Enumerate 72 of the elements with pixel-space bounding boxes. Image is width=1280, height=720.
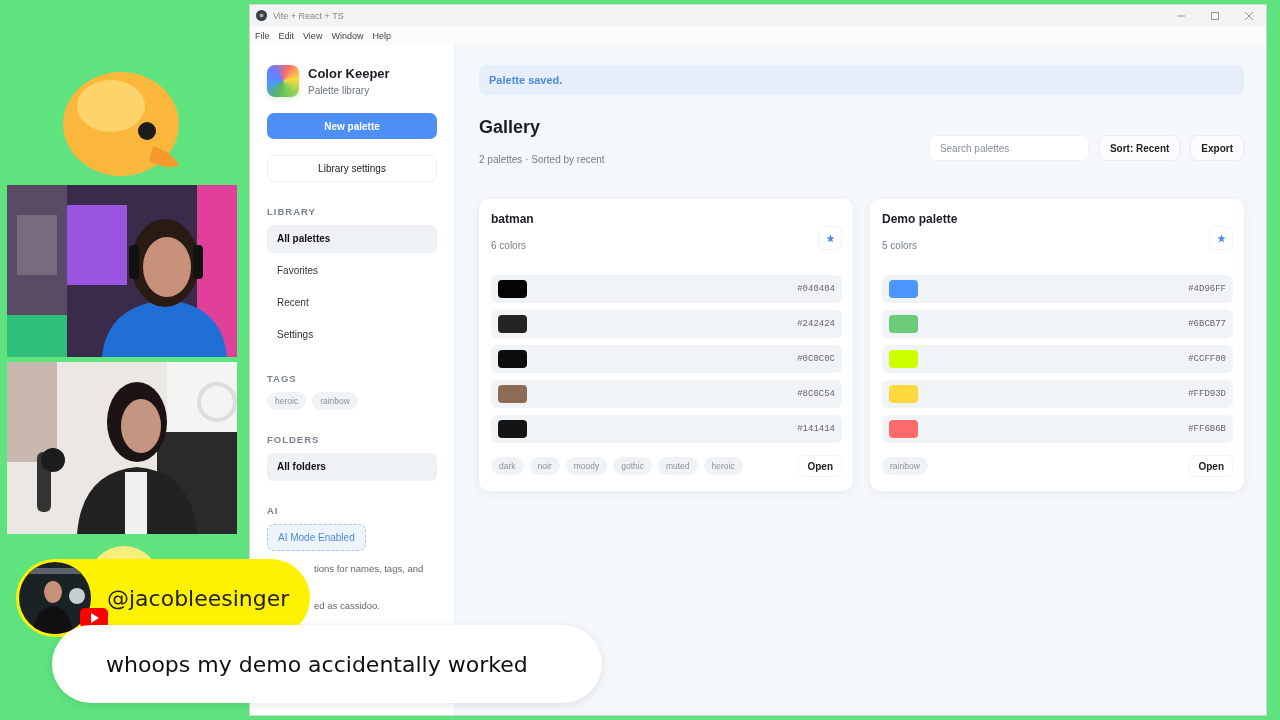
- window-title: Vite + React + TS: [273, 10, 344, 21]
- app-subtitle: Palette library: [308, 85, 371, 96]
- tag-chip[interactable]: moody: [565, 457, 608, 475]
- search-field[interactable]: Search palettes: [928, 135, 1089, 161]
- chat-message: whoops my demo accidentally worked: [106, 651, 528, 677]
- hex-code: #242424: [797, 319, 835, 329]
- close-icon[interactable]: [1244, 10, 1254, 21]
- app-name: Color Keeper: [308, 66, 390, 81]
- new-palette-button[interactable]: New palette: [267, 113, 437, 139]
- palette-name: Demo palette: [882, 212, 958, 226]
- menu-item[interactable]: Help: [372, 30, 391, 41]
- color-row[interactable]: #040404: [491, 275, 842, 303]
- tag-chip[interactable]: gothic: [613, 457, 652, 475]
- menu-item[interactable]: View: [303, 30, 323, 41]
- page-title: Gallery: [479, 117, 542, 138]
- menu-item[interactable]: File: [255, 30, 270, 41]
- star-icon: [1216, 233, 1226, 243]
- section-heading: AI: [267, 505, 280, 516]
- color-row[interactable]: #8C6C54: [491, 380, 842, 408]
- menu-item[interactable]: Edit: [278, 30, 295, 41]
- nav-item[interactable]: Settings: [267, 321, 437, 349]
- sort-button[interactable]: Sort: Recent: [1098, 135, 1181, 161]
- hex-code: #040404: [797, 284, 835, 294]
- tag-chip[interactable]: rainbow: [312, 392, 358, 410]
- palette-name: batman: [491, 212, 534, 226]
- nav-item[interactable]: All palettes: [267, 225, 437, 253]
- tag-chip[interactable]: heroic: [703, 457, 743, 475]
- nav-item[interactable]: Recent: [267, 289, 437, 317]
- section-heading: FOLDERS: [267, 434, 321, 445]
- tag-chip[interactable]: rainbow: [882, 457, 928, 475]
- color-row[interactable]: #6BCB77: [882, 310, 1233, 338]
- tag-chip[interactable]: muted: [657, 457, 698, 475]
- nav-item[interactable]: Favorites: [267, 257, 437, 285]
- color-row[interactable]: #4D96FF: [882, 275, 1233, 303]
- ai-mode-button[interactable]: AI Mode Enabled: [267, 524, 366, 551]
- maximize-icon[interactable]: [1210, 10, 1220, 21]
- page-subtitle: 2 palettes · Sorted by recent: [479, 154, 605, 165]
- section-heading: LIBRARY: [267, 206, 317, 217]
- menu-item[interactable]: Window: [331, 30, 364, 41]
- color-count: 5 colors: [882, 240, 918, 251]
- ai-note: tions for names, tags, and: [313, 563, 425, 574]
- export-button[interactable]: Export: [1190, 135, 1244, 161]
- favorite-button[interactable]: [1209, 226, 1233, 250]
- app-icon: [256, 10, 267, 21]
- color-row[interactable]: #FFD93D: [882, 380, 1233, 408]
- color-row[interactable]: #242424: [491, 310, 842, 338]
- hex-code: #FFD93D: [1188, 389, 1226, 399]
- tag-chip[interactable]: noir: [529, 457, 560, 475]
- favorite-button[interactable]: [818, 226, 842, 250]
- open-button[interactable]: Open: [1189, 455, 1233, 477]
- star-icon: [825, 233, 835, 243]
- open-button[interactable]: Open: [798, 455, 842, 477]
- hex-code: #4D96FF: [1188, 284, 1226, 294]
- color-row[interactable]: #0C0C0C: [491, 345, 842, 373]
- hex-code: #8C6C54: [797, 389, 835, 399]
- hex-code: #6BCB77: [1188, 319, 1226, 329]
- color-row[interactable]: #CCFF00: [882, 345, 1233, 373]
- hex-code: #0C0C0C: [797, 354, 835, 364]
- hex-code: #FF6B6B: [1188, 424, 1226, 434]
- logo-icon: [267, 65, 299, 97]
- library-settings-button[interactable]: Library settings: [267, 155, 437, 182]
- section-heading: TAGS: [267, 373, 298, 384]
- tag-chip[interactable]: heroic: [267, 392, 307, 410]
- toast: Palette saved.: [479, 65, 1244, 95]
- chat-username: @jacobleesinger: [107, 585, 290, 611]
- color-count: 6 colors: [491, 240, 527, 251]
- color-row[interactable]: #FF6B6B: [882, 415, 1233, 443]
- tag-chip[interactable]: dark: [491, 457, 524, 475]
- hex-code: #CCFF00: [1188, 354, 1226, 364]
- hex-code: #141414: [797, 424, 835, 434]
- color-row[interactable]: #141414: [491, 415, 842, 443]
- folder-item[interactable]: All folders: [267, 453, 437, 481]
